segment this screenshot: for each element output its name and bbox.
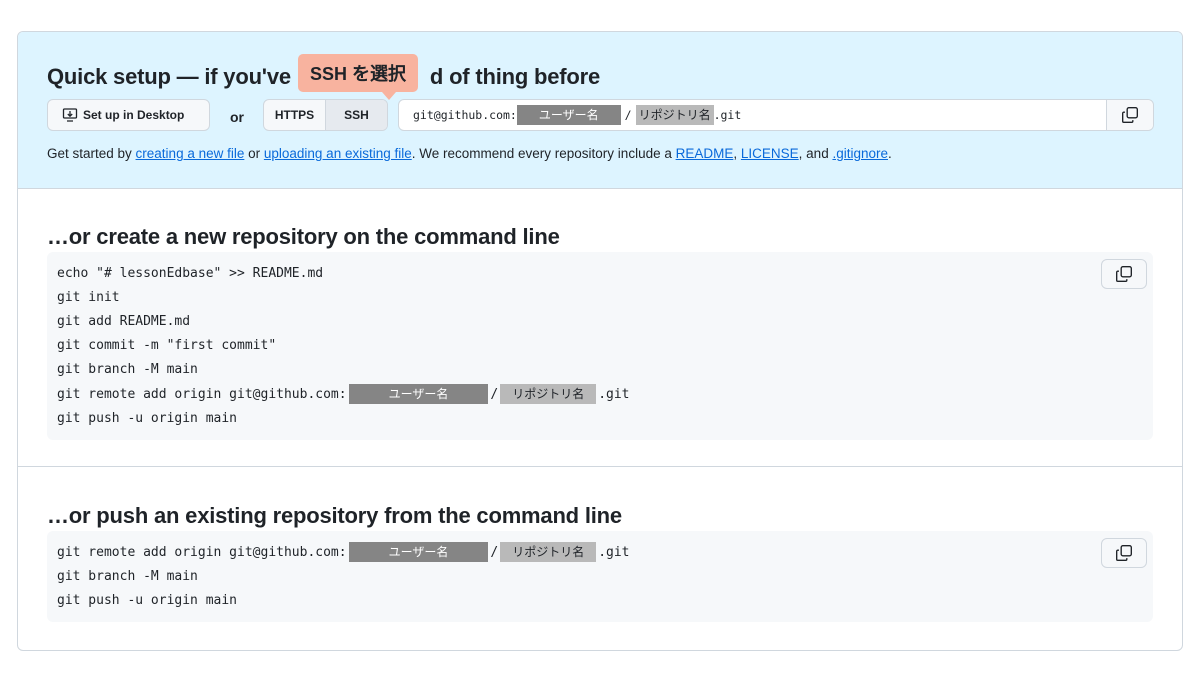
quick-setup-title-right: d of thing before	[429, 64, 601, 89]
username-mask: ユーザー名	[348, 384, 489, 405]
repo-name-mask: リポジトリ名	[635, 105, 714, 125]
remote-prefix: git remote add origin git@github.com:	[57, 544, 347, 560]
create-section-title: …or create a new repository on the comma…	[47, 224, 560, 249]
code-line: git init	[57, 289, 120, 305]
desc-text: , and	[798, 146, 833, 161]
setup-desktop-button[interactable]: Set up in Desktop	[47, 99, 210, 131]
url-slash: /	[624, 108, 632, 122]
gitignore-link[interactable]: .gitignore	[832, 146, 888, 161]
code-line: git branch -M main	[57, 568, 198, 584]
clone-url-text[interactable]: git@github.com: ユーザー名 / リポジトリ名 .git	[399, 105, 1106, 125]
remote-suffix: .git	[598, 386, 630, 402]
desc-text: .	[888, 146, 892, 161]
code-line-remote: git remote add origin git@github.com: ユーザ…	[57, 382, 1143, 406]
repo-name-mask: リポジトリ名	[500, 384, 597, 405]
desc-text: ,	[733, 146, 741, 161]
username-mask: ユーザー名	[516, 105, 621, 125]
code-line: git push -u origin main	[57, 410, 238, 426]
setup-desktop-label: Set up in Desktop	[83, 108, 185, 122]
license-link[interactable]: LICENSE	[741, 146, 799, 161]
readme-link[interactable]: README	[676, 146, 734, 161]
protocol-toggle: HTTPS SSH	[263, 99, 388, 131]
empty-repo-panel: Quick setup — if you've d of thing before…	[17, 31, 1183, 651]
copy-icon	[1122, 107, 1138, 123]
copy-create-commands-button[interactable]	[1101, 259, 1147, 289]
https-tab[interactable]: HTTPS	[264, 100, 325, 130]
quick-setup-section: Quick setup — if you've d of thing before…	[18, 32, 1182, 189]
code-line-remote: git remote add origin git@github.com: ユーザ…	[57, 540, 1143, 564]
remote-slash: /	[490, 386, 499, 402]
repo-name-mask: リポジトリ名	[500, 542, 597, 563]
copy-push-commands-button[interactable]	[1101, 538, 1147, 568]
or-label: or	[230, 109, 244, 125]
desc-text: Get started by	[47, 146, 136, 161]
ssh-tab[interactable]: SSH	[325, 100, 387, 130]
desc-text: . We recommend every repository include …	[411, 146, 676, 161]
code-line: git add README.md	[57, 313, 191, 329]
clone-url-field[interactable]: git@github.com: ユーザー名 / リポジトリ名 .git	[398, 99, 1154, 131]
copy-icon	[1116, 545, 1132, 561]
code-line: echo "# lessonEdbase" >> README.md	[57, 265, 324, 281]
create-file-link[interactable]: creating a new file	[136, 146, 245, 161]
code-line: git push -u origin main	[57, 592, 238, 608]
copy-icon	[1116, 266, 1132, 282]
code-line: git branch -M main	[57, 362, 198, 378]
quick-setup-description: Get started by creating a new file or up…	[47, 146, 892, 161]
push-section-title: …or push an existing repository from the…	[47, 503, 622, 528]
remote-slash: /	[490, 544, 499, 560]
ssh-callout: SSH を選択	[298, 54, 419, 100]
url-prefix: git@github.com:	[413, 108, 517, 122]
remote-prefix: git remote add origin git@github.com:	[57, 386, 347, 402]
desktop-download-icon	[62, 108, 78, 122]
quick-setup-title-left: Quick setup — if you've	[47, 64, 291, 89]
section-divider	[18, 466, 1182, 467]
create-code-block[interactable]: echo "# lessonEdbase" >> README.md git i…	[47, 252, 1153, 440]
push-code-block[interactable]: git remote add origin git@github.com: ユーザ…	[47, 531, 1153, 622]
url-suffix: .git	[713, 108, 742, 122]
code-line: git commit -m "first commit"	[57, 338, 277, 354]
desc-text: or	[244, 146, 264, 161]
remote-suffix: .git	[598, 544, 630, 560]
upload-file-link[interactable]: uploading an existing file	[264, 146, 412, 161]
username-mask: ユーザー名	[348, 542, 489, 563]
copy-url-button[interactable]	[1106, 100, 1153, 130]
